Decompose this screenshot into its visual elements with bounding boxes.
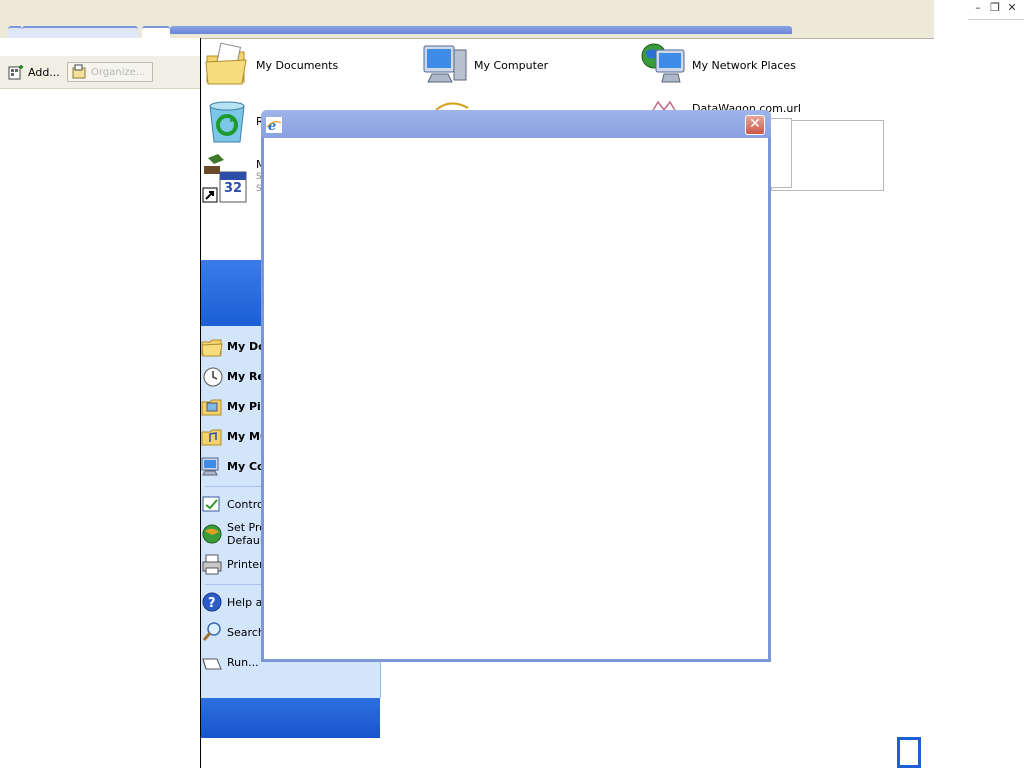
- start-menu-footer: [201, 698, 380, 738]
- my-recent-documents-icon: [201, 365, 223, 387]
- calendar-shortcut-icon: 32: [202, 154, 250, 204]
- start-menu-label: My Do: [227, 339, 266, 353]
- desktop-item-my-documents[interactable]: My Documents: [204, 42, 338, 88]
- start-menu-item-printers[interactable]: Printers: [201, 550, 269, 578]
- left-panel: [0, 38, 201, 768]
- svg-text:?: ?: [208, 596, 216, 611]
- desktop-label: My Computer: [474, 58, 549, 72]
- recycle-bin-icon: [204, 98, 250, 144]
- popup-window: e ✕: [261, 110, 771, 662]
- active-tab-bar[interactable]: [170, 26, 792, 34]
- my-music-icon: [201, 425, 223, 447]
- svg-text:e: e: [268, 119, 276, 133]
- set-program-access-icon: [201, 523, 223, 545]
- start-menu-item-search[interactable]: Search: [201, 618, 265, 646]
- internet-explorer-icon: e: [266, 117, 282, 134]
- close-window-button[interactable]: ✕: [1004, 1, 1020, 15]
- desktop-item-my-network-places[interactable]: My Network Places: [640, 42, 796, 88]
- popup-close-button[interactable]: ✕: [745, 115, 765, 135]
- my-documents-icon: [204, 42, 250, 88]
- popup-content-area: [264, 138, 768, 659]
- desktop-item-my-computer[interactable]: My Computer: [422, 42, 548, 88]
- popup-title-bar[interactable]: [261, 110, 771, 138]
- my-network-places-icon: [640, 42, 686, 88]
- my-documents-icon: [201, 335, 223, 357]
- my-computer-icon: [201, 455, 223, 477]
- start-menu-item-help[interactable]: ? Help an: [201, 588, 269, 616]
- tab-two[interactable]: [142, 26, 170, 38]
- minimize-button[interactable]: –: [970, 1, 986, 15]
- add-button[interactable]: Add...: [4, 61, 64, 83]
- desktop-label: My Network Places: [692, 58, 796, 72]
- start-menu-label: Run...: [227, 655, 259, 669]
- desktop-label: My Documents: [256, 58, 339, 72]
- tab-left-fragment[interactable]: [8, 26, 22, 38]
- desktop-item-recycle-bin[interactable]: R: [204, 98, 264, 144]
- start-menu-item-my-music[interactable]: My Mu: [201, 422, 268, 450]
- organize-button[interactable]: Organize...: [67, 62, 153, 82]
- tooltip-frame-inner: [771, 118, 792, 188]
- start-menu-item-my-computer[interactable]: My Co: [201, 452, 265, 480]
- divider: [968, 19, 1024, 21]
- start-menu-item-control-panel[interactable]: Control: [201, 490, 267, 518]
- control-panel-icon: [201, 493, 223, 515]
- organize-label: Organize...: [91, 66, 146, 78]
- run-icon: [201, 651, 223, 673]
- start-menu-item-my-documents[interactable]: My Do: [201, 332, 266, 360]
- internet-explorer-icon[interactable]: [432, 100, 472, 111]
- start-menu-label: Search: [227, 625, 265, 639]
- restore-button[interactable]: ❐: [987, 1, 1003, 15]
- printers-icon: [201, 553, 223, 575]
- search-icon: [201, 621, 223, 643]
- desktop-item-calendar-shortcut[interactable]: 32 M S S: [202, 154, 266, 204]
- taskbar-fragment[interactable]: [897, 737, 921, 768]
- my-computer-icon: [422, 42, 468, 88]
- help-icon: ?: [201, 591, 223, 613]
- start-menu-item-set-program-access[interactable]: Set Pro Default: [201, 520, 267, 548]
- svg-text:32: 32: [224, 181, 242, 196]
- tab-one[interactable]: [22, 26, 138, 38]
- start-menu-item-my-recent[interactable]: My Re: [201, 362, 265, 390]
- add-favorite-icon: [8, 64, 24, 80]
- start-menu-item-my-pictures[interactable]: My Pic: [201, 392, 267, 420]
- start-menu-label: My Re: [227, 369, 265, 383]
- organize-favorites-icon: [72, 64, 88, 80]
- start-menu-item-run[interactable]: Run...: [201, 648, 259, 676]
- add-label: Add...: [28, 65, 60, 79]
- start-menu-label: My Co: [227, 459, 265, 473]
- my-pictures-icon: [201, 395, 223, 417]
